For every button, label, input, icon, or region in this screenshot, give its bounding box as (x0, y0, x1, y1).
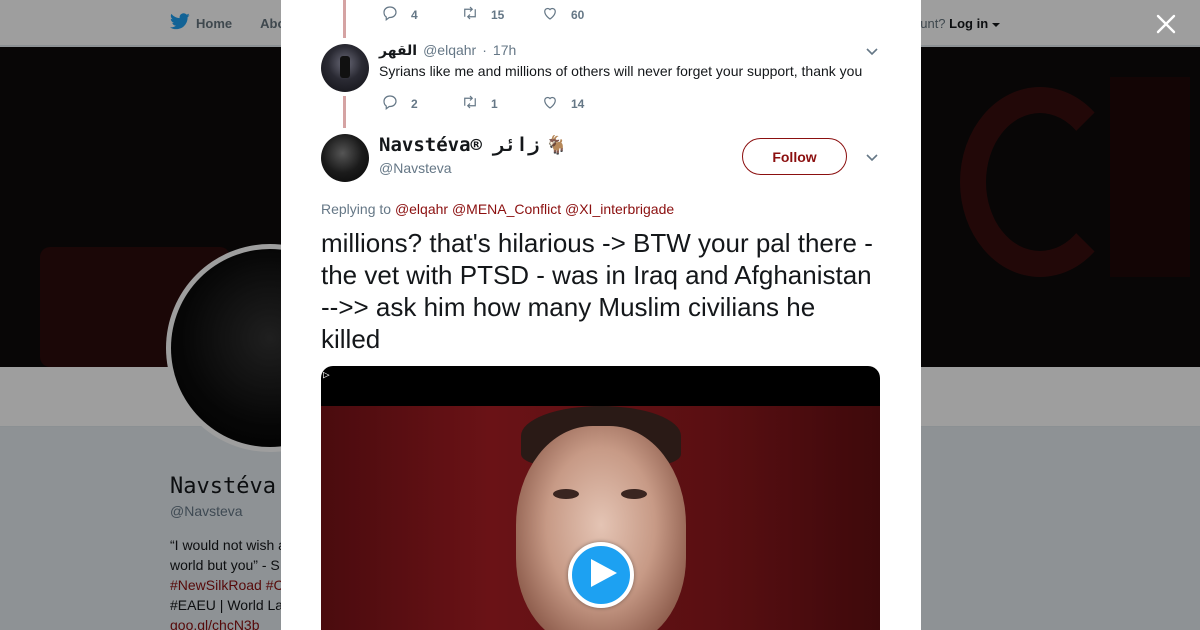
author-name-text: Navstéva® زائر (379, 134, 540, 156)
reply-icon (381, 93, 399, 114)
mention-link[interactable]: @MENA_Conflict (452, 201, 561, 217)
retweet-icon (461, 4, 479, 25)
reply-avatar[interactable] (321, 44, 369, 92)
replying-to-line: Replying to @elqahr @MENA_Conflict @XI_i… (321, 201, 674, 217)
replying-to-label: Replying to (321, 201, 392, 217)
reply-icon (381, 4, 399, 25)
mention-link[interactable]: @elqahr (395, 201, 448, 217)
chevron-down-icon[interactable] (864, 149, 880, 165)
author-avatar[interactable] (321, 134, 369, 182)
heart-icon (541, 93, 559, 114)
tweet-modal: 4 15 60 القهر @elqahr · 17h Syrians like… (281, 0, 921, 630)
retweet-count: 1 (491, 96, 498, 111)
reply-author-name[interactable]: القهر (379, 43, 417, 59)
like-action[interactable]: 14 (541, 93, 621, 114)
heart-icon (541, 4, 559, 25)
retweet-icon (461, 93, 479, 114)
previous-tweet-actions: 4 15 60 (381, 4, 621, 25)
media-glyph: ▷ (323, 368, 330, 381)
reply-header: القهر @elqahr · 17h (379, 42, 516, 59)
reply-timestamp[interactable]: 17h (493, 42, 516, 58)
reply-tweet-actions: 2 1 14 (381, 93, 621, 114)
chevron-down-icon[interactable] (864, 43, 880, 59)
like-count: 60 (571, 7, 585, 22)
tweet-text: millions? that's hilarious -> BTW your p… (321, 228, 873, 354)
reply-author-handle[interactable]: @elqahr (423, 42, 476, 58)
author-name[interactable]: Navstéva® زائر 🐐 (379, 134, 568, 156)
follow-button[interactable]: Follow (742, 138, 847, 175)
like-count: 14 (571, 96, 585, 111)
reply-text: Syrians like me and millions of others w… (379, 63, 863, 79)
reply-action[interactable]: 2 (381, 93, 461, 114)
thread-line (343, 96, 346, 128)
retweet-action[interactable]: 1 (461, 93, 541, 114)
reply-count: 2 (411, 96, 418, 111)
close-icon[interactable] (1154, 12, 1178, 36)
reply-separator: · (482, 42, 487, 58)
play-button[interactable] (568, 542, 634, 608)
tweet-video[interactable]: ▷ (321, 366, 880, 630)
video-subject (553, 489, 579, 499)
author-handle[interactable]: @Navsteva (379, 160, 452, 176)
like-action[interactable]: 60 (541, 4, 621, 25)
thread-line (343, 0, 346, 38)
video-subject (621, 489, 647, 499)
reply-count: 4 (411, 7, 418, 22)
reply-action[interactable]: 4 (381, 4, 461, 25)
goat-emoji-icon: 🐐 (545, 134, 568, 156)
retweet-count: 15 (491, 7, 505, 22)
retweet-action[interactable]: 15 (461, 4, 541, 25)
mention-link[interactable]: @XI_interbrigade (565, 201, 674, 217)
play-icon (586, 558, 617, 592)
